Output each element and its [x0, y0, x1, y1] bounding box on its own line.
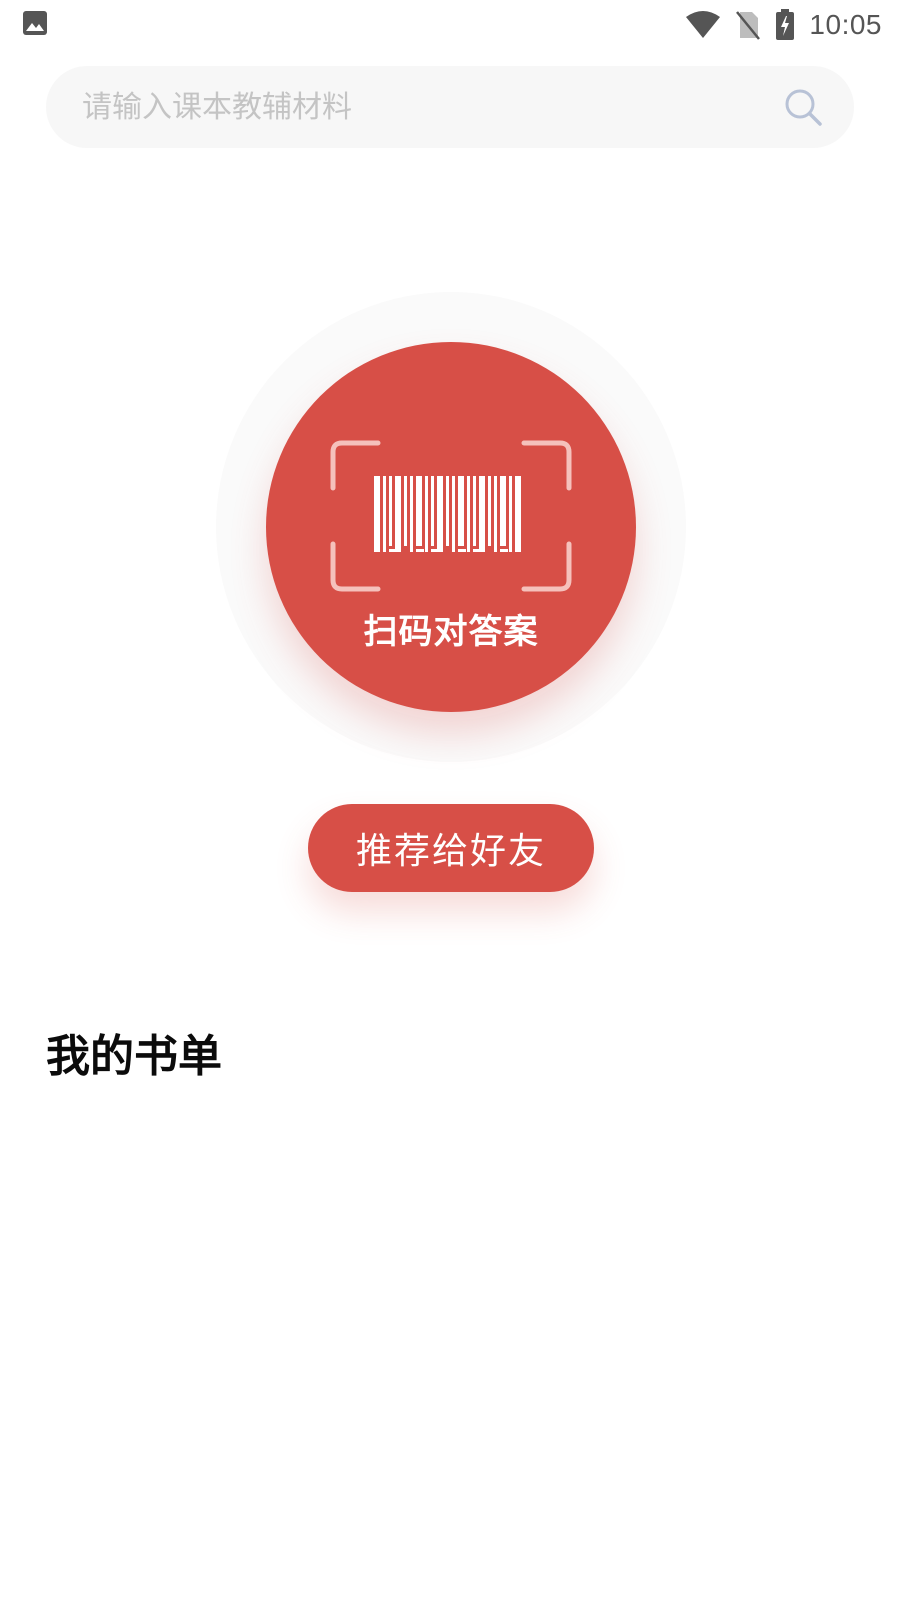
scan-button-label: 扫码对答案: [363, 612, 539, 652]
section-title-my-booklist: 我的书单: [46, 1031, 222, 1082]
book-list: [46, 1100, 854, 1560]
gallery-icon: [23, 11, 47, 35]
scan-answer-button[interactable]: 扫码对答案: [266, 342, 636, 712]
battery-charging-icon: [776, 9, 795, 40]
status-icons: 10:05: [685, 8, 882, 42]
search-bar[interactable]: [46, 66, 854, 148]
recommend-to-friend-button[interactable]: 推荐给好友: [308, 804, 594, 892]
wifi-icon: [686, 11, 721, 38]
status-bar: 10:05: [0, 0, 900, 50]
barcode-scan-icon: [330, 440, 572, 592]
no-sim-icon: [736, 11, 761, 40]
search-input[interactable]: [82, 66, 762, 148]
search-icon[interactable]: [782, 86, 824, 128]
status-time: 10:05: [809, 9, 882, 40]
